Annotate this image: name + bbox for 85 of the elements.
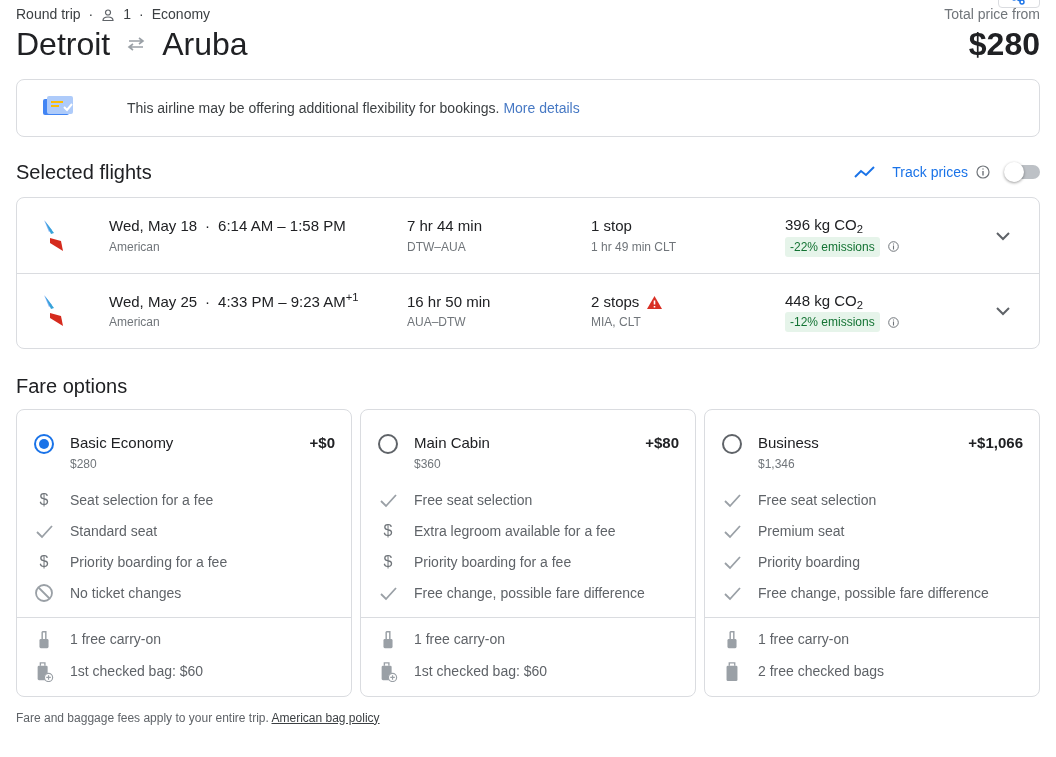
- fare-feature: Priority boarding: [758, 552, 860, 572]
- track-prices-label[interactable]: Track prices: [892, 161, 968, 183]
- dollar-icon: $: [34, 490, 54, 510]
- fare-card[interactable]: Business $1,346 +$1,066 Free seat selection Premium seat Priority boarding Free change, possible fare difference 1 free carry-on 2 free checked bags: [704, 409, 1040, 697]
- airline-name: American: [109, 238, 161, 256]
- radio-button[interactable]: [378, 434, 398, 454]
- passenger-count: 1: [123, 5, 132, 24]
- stop-count: 1 stop: [591, 216, 632, 237]
- fare-feature: Free seat selection: [414, 490, 533, 510]
- fare-feature: Priority boarding for a fee: [414, 552, 572, 572]
- baggage-allowance: 1st checked bag: $60: [70, 662, 204, 681]
- fare-feature: Standard seat: [70, 521, 158, 541]
- info-icon: [887, 316, 899, 328]
- fare-feature: Free change, possible fare difference: [414, 583, 645, 603]
- price-label: Total price from: [944, 6, 1040, 22]
- notice-text: This airline may be offering additional flexibility for bookings. More details: [126, 98, 580, 118]
- prohibited-icon: [34, 583, 54, 603]
- info-icon: [976, 165, 990, 179]
- dollar-icon: $: [378, 521, 398, 541]
- fare-card[interactable]: Basic Economy $280 +$0 $ Seat selection for a fee Standard seat $ Priority boarding for a fee No ticket changes 1 free carry-on 1st checked bag: $60: [16, 409, 352, 697]
- fare-feature: Premium seat: [758, 521, 845, 541]
- stop-details: 1 hr 49 min CLT: [591, 238, 678, 256]
- flight-date: Wed, May 18: [109, 216, 198, 237]
- emissions-amount: 396 kg CO$_{2}$: [785, 215, 864, 237]
- trip-type: Round trip: [16, 5, 81, 24]
- emissions-badge: -22% emissions: [785, 236, 880, 257]
- fare-feature: Free seat selection: [758, 490, 877, 510]
- info-icon: [887, 241, 899, 253]
- dollar-icon: $: [378, 552, 398, 572]
- dollar-icon: $: [34, 552, 54, 572]
- chevron-down-icon: [995, 306, 1011, 316]
- separator-dot: ·: [139, 5, 144, 24]
- emissions-badge: -12% emissions: [785, 312, 880, 333]
- track-prices-toggle[interactable]: [1006, 165, 1040, 179]
- flight-duration: 7 hr 44 min: [407, 216, 484, 237]
- cabin-class: Economy: [151, 5, 211, 24]
- flight-row[interactable]: Wed, May 18 · 6:14 AM – 1:58 PM American 7 hr 44 min DTW–AUA 1 stop 1 hr 49 min CLT 396 kg CO$_{2}$ -22% emissions: [17, 198, 1039, 273]
- fare-price: $1,346: [758, 455, 796, 473]
- separator-dot: ·: [205, 216, 211, 237]
- fare-name: Business: [758, 433, 820, 453]
- baggage-allowance: 1 free carry-on: [70, 630, 162, 649]
- stop-count: 2 stops: [591, 291, 640, 312]
- stop-details: MIA, CLT: [591, 314, 642, 332]
- fare-name: Basic Economy: [70, 433, 175, 453]
- fare-feature: No ticket changes: [70, 583, 182, 603]
- fare-extra-price: +$80: [645, 433, 679, 453]
- route-codes: AUA–DTW: [407, 314, 467, 332]
- fare-price: $280: [70, 455, 98, 473]
- footer-note: Fare and baggage fees apply to your entire trip. American bag policy: [16, 709, 381, 727]
- fare-feature: Priority boarding for a fee: [70, 552, 228, 572]
- destination-city: Aruba: [162, 25, 248, 63]
- trend-line-icon: [854, 165, 877, 179]
- flight-times: 6:14 AM – 1:58 PM: [218, 216, 346, 237]
- flight-times: 4:33 PM – 9:23 AM$^{+1}$: [218, 290, 359, 312]
- fare-name: Main Cabin: [414, 433, 491, 453]
- fare-extra-price: +$0: [309, 433, 335, 453]
- baggage-allowance: 2 free checked bags: [758, 662, 885, 681]
- flight-duration: 16 hr 50 min: [407, 291, 492, 312]
- person-icon: [101, 7, 116, 22]
- baggage-allowance: 1st checked bag: $60: [414, 662, 548, 681]
- flight-row[interactable]: Wed, May 25 · 4:33 PM – 9:23 AM$^{+1}$ American 16 hr 50 min AUA–DTW 2 stops MIA, CLT 448 kg CO$_{2}$ -12% emissions: [17, 273, 1039, 348]
- section-heading: Selected flights: [16, 160, 152, 185]
- separator-dot: ·: [205, 291, 211, 312]
- fare-feature: Free change, possible fare difference: [758, 583, 989, 603]
- fare-extra-price: +$1,066: [968, 433, 1023, 453]
- origin-city: Detroit: [16, 25, 111, 63]
- flight-date: Wed, May 25: [109, 291, 198, 312]
- chevron-down-icon: [995, 230, 1011, 241]
- bag-policy-link[interactable]: American bag policy: [271, 710, 380, 725]
- fare-card[interactable]: Main Cabin $360 +$80 Free seat selection $ Extra legroom available for a fee $ Priority boarding for a fee Free change, possible fare difference 1 free carry-on 1st checked bag: $60: [360, 409, 696, 697]
- fare-price: $360: [414, 455, 442, 473]
- separator-dot: ·: [88, 5, 94, 24]
- emissions-amount: 448 kg CO$_{2}$: [785, 290, 864, 313]
- baggage-allowance: 1 free carry-on: [414, 630, 506, 649]
- more-details-link[interactable]: More details: [503, 99, 580, 116]
- route-codes: DTW–AUA: [407, 238, 467, 256]
- fare-feature: Seat selection for a fee: [70, 490, 214, 510]
- swap-arrows-icon: [126, 36, 147, 52]
- airline-name: American: [109, 314, 161, 332]
- radio-button[interactable]: [34, 434, 54, 454]
- fare-feature: Extra legroom available for a fee: [414, 521, 616, 541]
- section-heading: Fare options: [16, 374, 129, 399]
- radio-button[interactable]: [722, 434, 742, 454]
- total-price: $280: [968, 26, 1040, 62]
- baggage-allowance: 1 free carry-on: [758, 630, 850, 649]
